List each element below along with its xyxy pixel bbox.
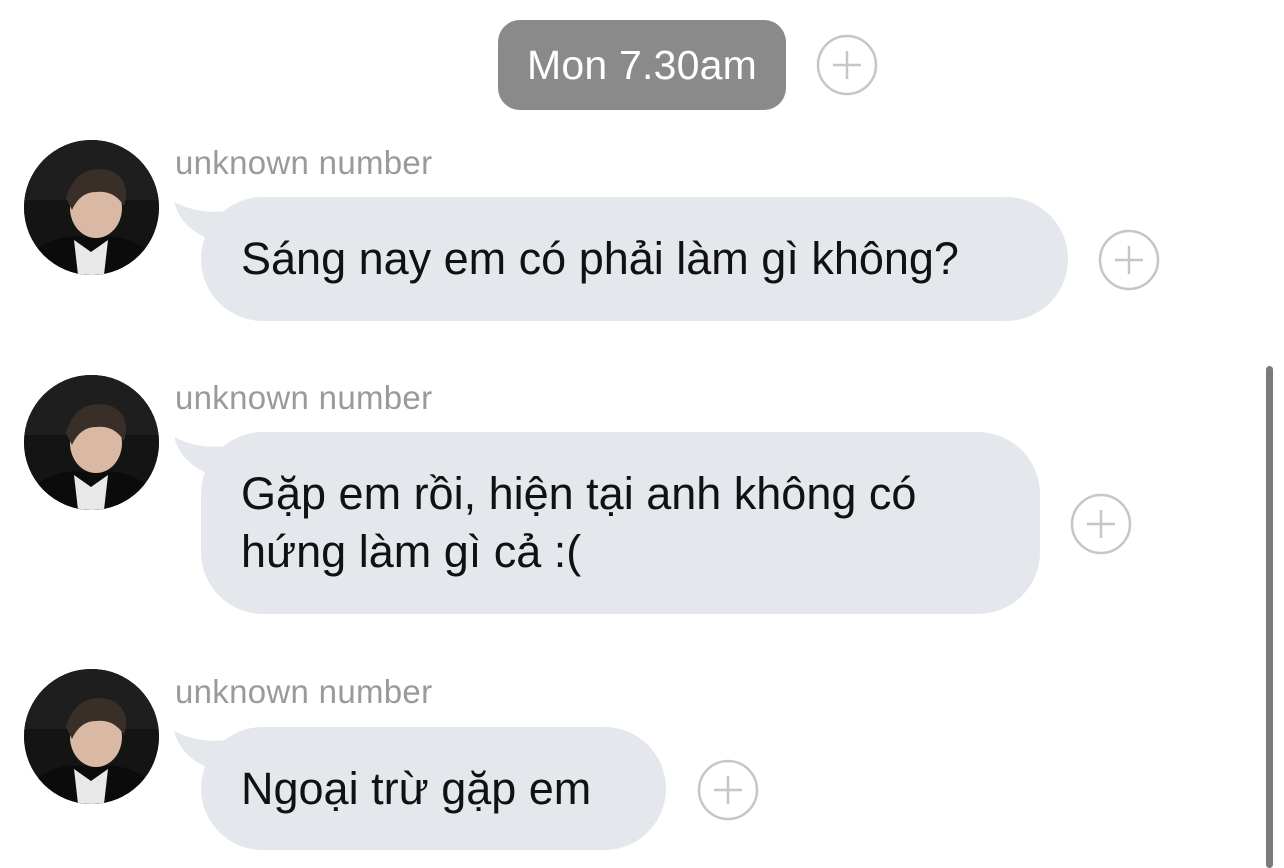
sender-name: unknown number (175, 144, 433, 181)
message-bubble[interactable]: Ngoại trừ gặp em (201, 727, 666, 850)
avatar[interactable] (24, 140, 159, 275)
sender-name: unknown number (175, 673, 433, 710)
plus-circle-icon[interactable] (816, 34, 878, 96)
sender-name: unknown number (175, 379, 433, 416)
message-bubble[interactable]: Gặp em rồi, hiện tại anh không có hứng l… (201, 432, 1040, 614)
scrollbar[interactable] (1266, 366, 1273, 868)
plus-circle-icon[interactable] (697, 759, 759, 821)
plus-circle-icon[interactable] (1098, 229, 1160, 291)
message-text: Gặp em rồi, hiện tại anh không có hứng l… (241, 468, 917, 577)
message-text: Ngoại trừ gặp em (241, 762, 592, 814)
avatar[interactable] (24, 375, 159, 510)
timestamp-pill: Mon 7.30am (498, 20, 786, 110)
plus-circle-icon[interactable] (1070, 493, 1132, 555)
message-text: Sáng nay em có phải làm gì không? (241, 233, 959, 284)
message-bubble[interactable]: Sáng nay em có phải làm gì không? (201, 197, 1068, 321)
avatar[interactable] (24, 669, 159, 804)
